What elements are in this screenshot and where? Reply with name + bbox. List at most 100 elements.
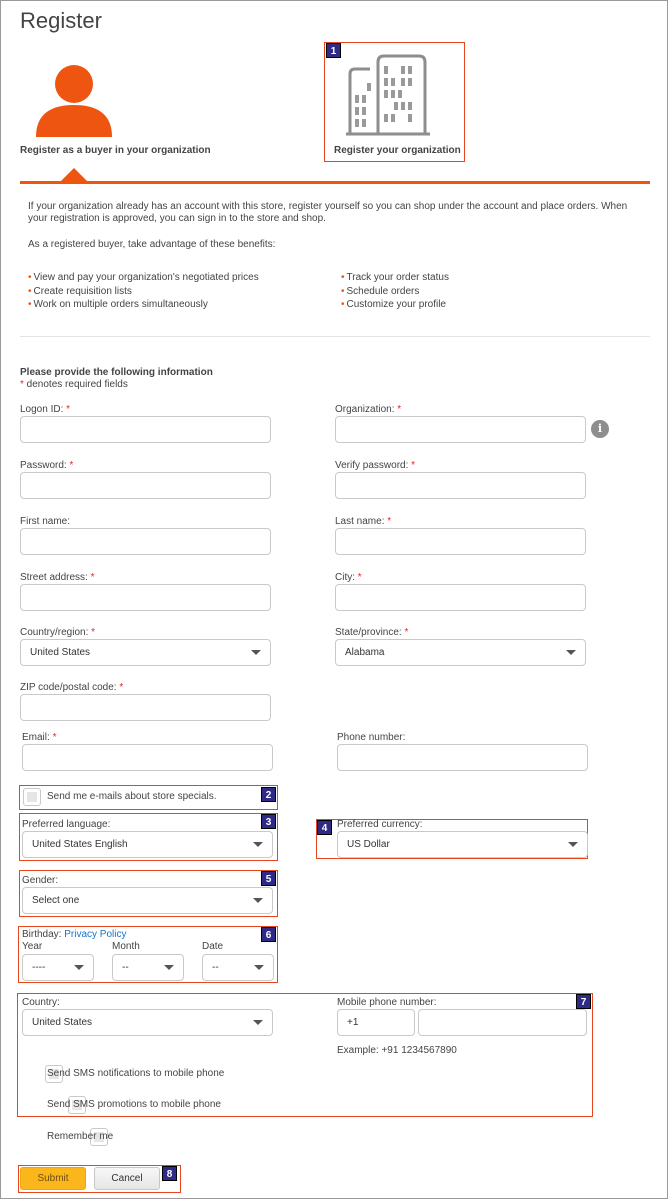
section-divider bbox=[20, 181, 650, 184]
benefit-item: View and pay your organization's negotia… bbox=[28, 271, 259, 285]
benefits-list-right: Track your order status Schedule orders … bbox=[341, 271, 449, 312]
preferred-currency-value: US Dollar bbox=[347, 839, 390, 850]
state-province-value: Alabama bbox=[345, 647, 385, 658]
birth-month-label: Month bbox=[112, 941, 140, 952]
chevron-down-icon bbox=[254, 965, 264, 970]
last-name-input[interactable] bbox=[335, 528, 586, 555]
phone-label: Phone number: bbox=[337, 732, 406, 743]
register-buyer-option[interactable]: Register as a buyer in your organization bbox=[20, 60, 220, 160]
mobile-country-value: United States bbox=[32, 1017, 93, 1028]
mobile-country-select[interactable]: United States bbox=[22, 1009, 273, 1036]
birth-month-select[interactable]: -- bbox=[112, 954, 184, 981]
last-name-label: Last name: * bbox=[335, 516, 392, 527]
birth-date-value: -- bbox=[212, 962, 219, 973]
zip-label: ZIP code/postal code: * bbox=[20, 682, 124, 693]
organization-label: Organization: * bbox=[335, 404, 402, 415]
info-icon[interactable]: i bbox=[591, 420, 609, 438]
first-name-input[interactable] bbox=[20, 528, 271, 555]
preferred-language-label: Preferred language: bbox=[22, 819, 111, 830]
street-address-label: Street address: * bbox=[20, 572, 95, 583]
verify-password-input[interactable] bbox=[335, 472, 586, 499]
chevron-down-icon bbox=[164, 965, 174, 970]
benefit-item: Track your order status bbox=[341, 271, 449, 285]
gender-select[interactable]: Select one bbox=[22, 887, 273, 914]
form-heading: Please provide the following information bbox=[20, 367, 213, 378]
chevron-down-icon bbox=[566, 650, 576, 655]
city-label: City: * bbox=[335, 572, 362, 583]
benefit-item: Work on multiple orders simultaneously bbox=[28, 298, 259, 312]
birth-year-label: Year bbox=[22, 941, 43, 952]
email-input[interactable] bbox=[22, 744, 273, 771]
mobile-phone-input[interactable] bbox=[418, 1009, 587, 1036]
logon-id-input[interactable] bbox=[20, 416, 271, 443]
benefits-heading: As a registered buyer, take advantage of… bbox=[28, 239, 276, 250]
country-region-select[interactable]: United States bbox=[20, 639, 271, 666]
email-label: Email: * bbox=[22, 732, 57, 743]
benefits-list-left: View and pay your organization's negotia… bbox=[28, 271, 259, 312]
remember-me-label: Remember me bbox=[47, 1131, 114, 1142]
chevron-down-icon bbox=[253, 842, 263, 847]
gender-value: Select one bbox=[32, 895, 80, 906]
benefit-item: Customize your profile bbox=[341, 298, 449, 312]
state-province-label: State/province: * bbox=[335, 627, 409, 638]
chevron-down-icon bbox=[251, 650, 261, 655]
verify-password-label: Verify password: * bbox=[335, 460, 416, 471]
password-input[interactable] bbox=[20, 472, 271, 499]
preferred-language-value: United States English bbox=[32, 839, 128, 850]
intro-paragraph: If your organization already has an acco… bbox=[28, 201, 628, 224]
selected-option-indicator bbox=[60, 168, 88, 182]
birth-month-value: -- bbox=[122, 962, 129, 973]
mobile-country-code-input[interactable] bbox=[337, 1009, 415, 1036]
store-specials-label: Send me e-mails about store specials. bbox=[47, 791, 217, 802]
person-icon bbox=[36, 65, 112, 137]
cancel-button[interactable]: Cancel bbox=[94, 1167, 160, 1190]
callout-badge-6: 6 bbox=[261, 927, 276, 942]
callout-badge-2: 2 bbox=[261, 787, 276, 802]
chevron-down-icon bbox=[568, 842, 578, 847]
street-address-input[interactable] bbox=[20, 584, 271, 611]
intro-divider bbox=[20, 336, 650, 337]
preferred-language-select[interactable]: United States English bbox=[22, 831, 273, 858]
birth-year-value: ---- bbox=[32, 962, 46, 973]
state-province-select[interactable]: Alabama bbox=[335, 639, 586, 666]
chevron-down-icon bbox=[253, 898, 263, 903]
mobile-phone-label: Mobile phone number: bbox=[337, 997, 437, 1008]
mobile-phone-example: Example: +91 1234567890 bbox=[337, 1045, 457, 1056]
birth-date-label: Date bbox=[202, 941, 224, 952]
callout-badge-3: 3 bbox=[261, 814, 276, 829]
first-name-label: First name: bbox=[20, 516, 71, 527]
birth-year-select[interactable]: ---- bbox=[22, 954, 94, 981]
benefit-item: Create requisition lists bbox=[28, 285, 259, 299]
callout-badge-5: 5 bbox=[261, 871, 276, 886]
chevron-down-icon bbox=[253, 1020, 263, 1025]
callout-badge-7: 7 bbox=[576, 994, 591, 1009]
zip-input[interactable] bbox=[20, 694, 271, 721]
phone-input[interactable] bbox=[337, 744, 588, 771]
logon-id-label: Logon ID: * bbox=[20, 404, 71, 415]
register-buyer-label: Register as a buyer in your organization bbox=[20, 145, 211, 156]
callout-badge-4: 4 bbox=[317, 820, 332, 835]
benefit-item: Schedule orders bbox=[341, 285, 449, 299]
page-title: Register bbox=[20, 8, 102, 33]
city-input[interactable] bbox=[335, 584, 586, 611]
password-label: Password: * bbox=[20, 460, 74, 471]
country-region-label: Country/region: * bbox=[20, 627, 96, 638]
required-note: * denotes required fields bbox=[20, 379, 128, 390]
chevron-down-icon bbox=[74, 965, 84, 970]
callout-badge-8: 8 bbox=[162, 1166, 177, 1181]
privacy-policy-link[interactable]: Privacy Policy bbox=[64, 929, 126, 940]
birthday-label: Birthday: Privacy Policy bbox=[22, 929, 127, 940]
birth-date-select[interactable]: -- bbox=[202, 954, 274, 981]
preferred-currency-label: Preferred currency: bbox=[337, 819, 423, 830]
gender-label: Gender: bbox=[22, 875, 59, 886]
sms-promotions-label: Send SMS promotions to mobile phone bbox=[47, 1099, 221, 1110]
organization-input[interactable] bbox=[335, 416, 586, 443]
preferred-currency-select[interactable]: US Dollar bbox=[337, 831, 588, 858]
store-specials-checkbox[interactable] bbox=[23, 788, 41, 806]
submit-button[interactable]: Submit bbox=[20, 1167, 86, 1190]
sms-notifications-label: Send SMS notifications to mobile phone bbox=[47, 1068, 225, 1079]
callout-badge-1: 1 bbox=[326, 43, 341, 58]
callout-1 bbox=[324, 42, 465, 162]
mobile-country-label: Country: bbox=[22, 997, 60, 1008]
country-region-value: United States bbox=[30, 647, 91, 658]
